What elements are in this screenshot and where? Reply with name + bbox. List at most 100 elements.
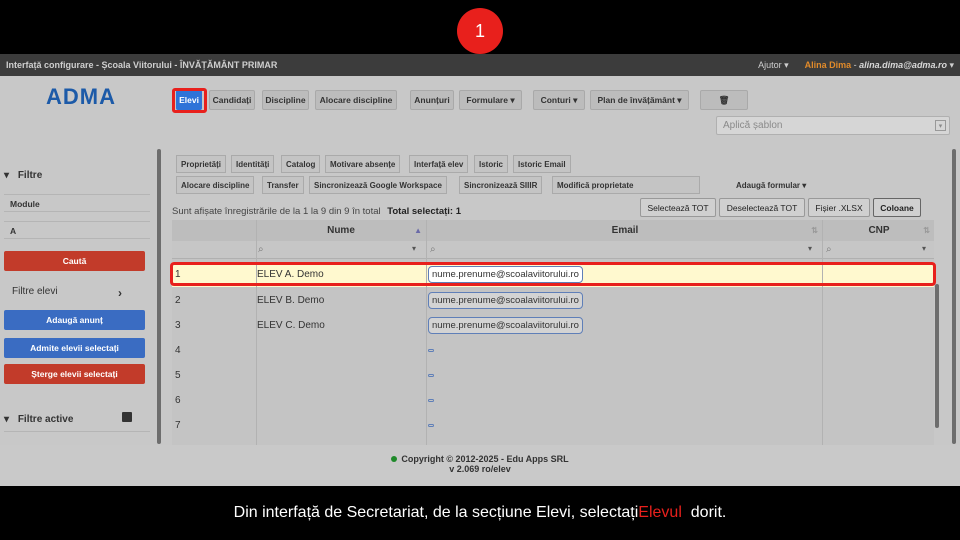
trash-icon: 🗑 xyxy=(718,94,730,105)
sidebar-scrollbar[interactable] xyxy=(157,149,161,444)
deselect-all-button[interactable]: Deselectează TOT xyxy=(719,198,805,217)
export-xlsx-button[interactable]: Fișier .XLSX xyxy=(808,198,870,217)
column-header-cnp[interactable]: CNP ⇅ xyxy=(824,220,934,241)
tab-identitati[interactable]: Identități xyxy=(231,155,275,173)
column-title: Email xyxy=(611,225,639,236)
column-header-email[interactable]: Email ⇅ xyxy=(428,220,822,241)
column-divider xyxy=(822,220,823,450)
row-number: 7 xyxy=(175,420,181,431)
tab-sync-google[interactable]: Sincronizează Google Workspace xyxy=(309,176,447,194)
student-email[interactable]: nume.prenume@scoalaviitorului.ro xyxy=(428,292,583,309)
empty-email-box[interactable] xyxy=(428,349,434,352)
user-menu[interactable]: Alina Dima - alina.dima@adma.ro ▾ xyxy=(805,60,954,71)
collapse-icon: ▾ xyxy=(4,170,10,181)
active-filters-header[interactable]: ▾ Filtre active xyxy=(4,412,150,432)
chevron-down-icon[interactable]: ▾ xyxy=(808,244,812,253)
tab-candidati[interactable]: Candidați xyxy=(209,90,255,110)
help-menu[interactable]: Ajutor ▾ xyxy=(758,60,789,71)
tab-catalog[interactable]: Catalog xyxy=(281,155,321,173)
tutorial-frame: 1 Interfață configurare - Școala Viitoru… xyxy=(0,0,960,540)
admit-selected-button[interactable]: Admite elevii selectați xyxy=(4,338,145,358)
tab-motivare-absente[interactable]: Motivare absențe xyxy=(325,155,401,173)
search-icon[interactable]: ⌕ xyxy=(430,244,436,255)
search-icon[interactable]: ⌕ xyxy=(258,244,264,255)
column-divider xyxy=(256,220,257,450)
table-row[interactable]: 7 xyxy=(172,413,934,438)
tab-sync-siiir[interactable]: Sincronizează SIIIR xyxy=(459,176,543,194)
column-title: CNP xyxy=(868,225,890,236)
caption-highlight: Elevul xyxy=(638,504,682,521)
column-header-nume[interactable]: Nume ▲ xyxy=(256,220,426,241)
app-title: Interfață configurare - Școala Viitorulu… xyxy=(6,60,278,70)
active-filters-title: Filtre active xyxy=(17,414,74,425)
chevron-right-icon: › xyxy=(118,286,122,300)
add-form-dropdown[interactable]: Adaugă formular ▾ xyxy=(732,176,810,194)
columns-button[interactable]: Coloane xyxy=(873,198,921,217)
version: v 2.069 ro/elev xyxy=(449,464,511,474)
chevron-down-icon: ▾ xyxy=(949,59,954,70)
table-row[interactable]: 2 ELEV B. Demo nume.prenume@scoalaviitor… xyxy=(172,288,934,313)
tab-modifica-proprietate[interactable]: Modifică proprietate xyxy=(552,176,700,194)
records-info: Sunt afișate înregistrările de la 1 la 9… xyxy=(172,206,461,217)
step-number-badge: 1 xyxy=(457,8,503,54)
save-icon xyxy=(122,412,132,422)
module-value[interactable]: A xyxy=(4,221,150,239)
search-icon[interactable]: ⌕ xyxy=(826,244,832,255)
search-button[interactable]: Caută xyxy=(4,251,145,271)
table-row[interactable]: 3 ELEV C. Demo nume.prenume@scoalaviitor… xyxy=(172,313,934,338)
app-window: Interfață configurare - Școala Viitorulu… xyxy=(0,54,960,486)
module-label: Module xyxy=(4,194,150,212)
filter-row: ⌕ ▾ ⌕ ▾ ⌕ ▾ xyxy=(172,241,934,259)
add-announcement-button[interactable]: Adaugă anunț xyxy=(4,310,145,330)
row-number: 6 xyxy=(175,395,181,406)
filters-header[interactable]: ▾ Filtre xyxy=(4,170,150,181)
column-divider xyxy=(426,220,427,450)
tab-alocare-discipline-sub[interactable]: Alocare discipline xyxy=(176,176,255,194)
caption-end: dorit. xyxy=(681,504,727,521)
footer: Copyright © 2012-2025 - Edu Apps SRL v 2… xyxy=(0,445,960,486)
tab-proprietati[interactable]: Proprietăți xyxy=(176,155,227,173)
user-name: Alina Dima xyxy=(804,59,852,70)
plan-invatamant-dropdown[interactable]: Plan de învățământ ▾ xyxy=(590,90,689,110)
total-selected: Total selectați: 1 xyxy=(387,206,461,217)
tab-istoric-email[interactable]: Istoric Email xyxy=(513,155,571,173)
tab-alocare-discipline[interactable]: Alocare discipline xyxy=(315,90,397,110)
chevron-down-icon[interactable]: ▾ xyxy=(922,244,926,253)
sort-icon: ⇅ xyxy=(811,226,818,235)
caption-text: Din interfață de Secretariat, de la secț… xyxy=(233,504,639,521)
table-row[interactable]: 6 xyxy=(172,388,934,413)
row-number: 2 xyxy=(175,295,181,306)
row-number: 3 xyxy=(175,320,181,331)
select-all-button[interactable]: Selectează TOT xyxy=(640,198,716,217)
formulare-dropdown[interactable]: Formulare ▾ xyxy=(459,90,522,110)
delete-selected-button[interactable]: Șterge elevii selectați xyxy=(4,364,145,384)
tab-istoric[interactable]: Istoric xyxy=(474,155,509,173)
template-placeholder: Aplică șablon xyxy=(723,120,783,131)
top-bar: Interfață configurare - Școala Viitorulu… xyxy=(0,54,960,76)
apply-template-select[interactable]: Aplică șablon ▾ xyxy=(716,116,950,135)
students-table: Nume ▲ Email ⇅ CNP ⇅ ⌕ ▾ ⌕ ▾ ⌕ ▾ 1 ELEV … xyxy=(172,220,934,450)
table-scrollbar[interactable] xyxy=(935,284,939,428)
empty-email-box[interactable] xyxy=(428,424,434,427)
tab-discipline[interactable]: Discipline xyxy=(262,90,309,110)
students-filter-item[interactable]: Filtre elevi › xyxy=(4,286,150,300)
row-number: 4 xyxy=(175,345,181,356)
empty-email-box[interactable] xyxy=(428,374,434,377)
table-header: Nume ▲ Email ⇅ CNP ⇅ xyxy=(172,220,934,241)
chevron-down-icon[interactable]: ▾ xyxy=(412,244,416,253)
conturi-dropdown[interactable]: Conturi ▾ xyxy=(533,90,585,110)
row-number: 5 xyxy=(175,370,181,381)
adma-logo: ADMA xyxy=(46,84,116,109)
student-name: ELEV C. Demo xyxy=(257,320,325,331)
table-row[interactable]: 4 xyxy=(172,338,934,363)
main-scrollbar[interactable] xyxy=(952,149,956,444)
user-email: alina.dima@adma.ro xyxy=(859,59,947,70)
tab-anunturi[interactable]: Anunțuri xyxy=(410,90,454,110)
table-row[interactable]: 5 xyxy=(172,363,934,388)
tab-interfata-elev[interactable]: Interfață elev xyxy=(409,155,469,173)
student-email[interactable]: nume.prenume@scoalaviitorului.ro xyxy=(428,317,583,334)
trash-button[interactable]: 🗑 xyxy=(700,90,748,110)
empty-email-box[interactable] xyxy=(428,399,434,402)
tab-transfer[interactable]: Transfer xyxy=(262,176,304,194)
copyright: Copyright © 2012-2025 - Edu Apps SRL xyxy=(0,454,960,464)
